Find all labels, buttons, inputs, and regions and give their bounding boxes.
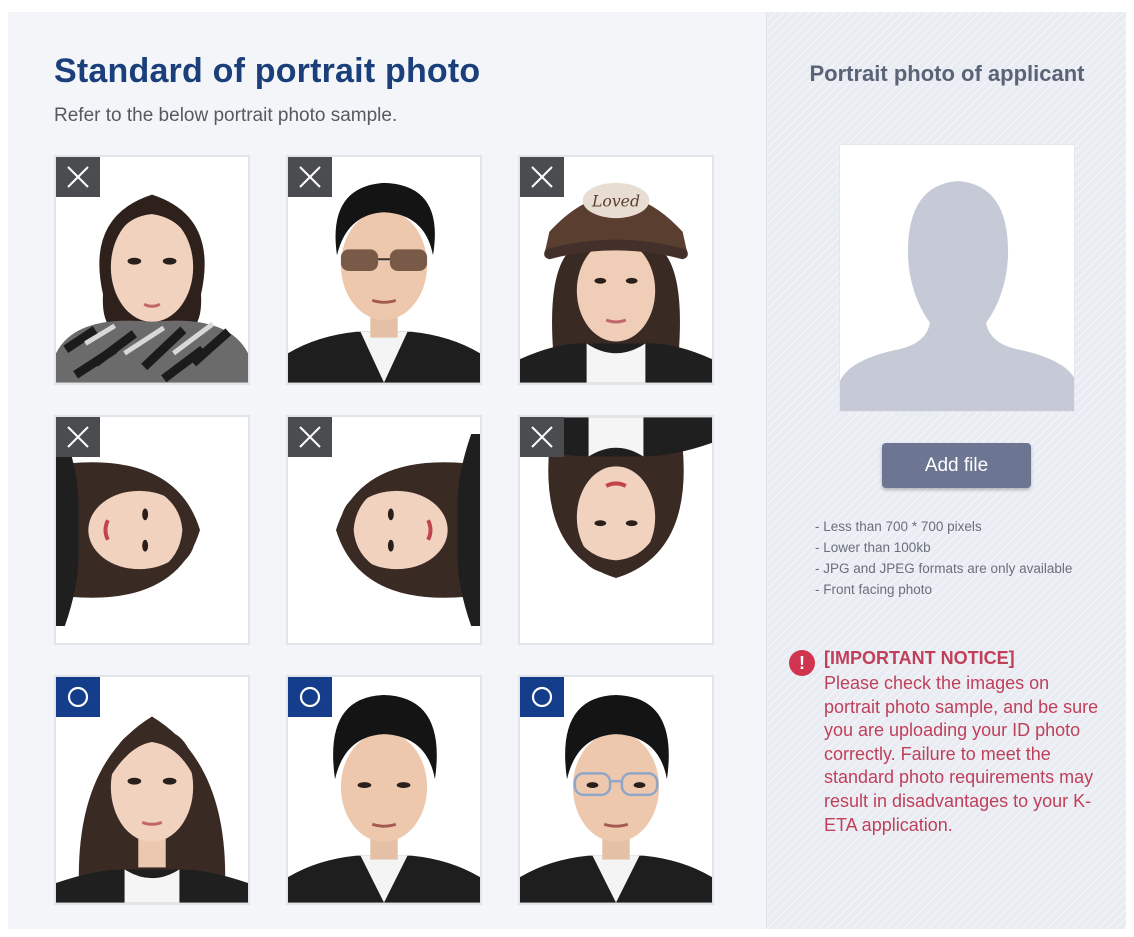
x-icon: [67, 166, 89, 188]
sample-photo-sunglasses: [286, 155, 482, 385]
applicant-photo-panel: Portrait photo of applicant Add file - L…: [766, 12, 1126, 929]
accepted-mark: [520, 677, 564, 717]
sample-photo-woman-correct: [54, 675, 250, 905]
sample-photo-upside-down: [518, 415, 714, 645]
sample-photo-glasses-correct: [518, 675, 714, 905]
alert-icon: !: [789, 650, 815, 676]
x-icon: [531, 166, 553, 188]
add-file-button[interactable]: Add file: [882, 443, 1031, 488]
requirement-item: - JPG and JPEG formats are only availabl…: [815, 561, 1073, 576]
rejected-mark: [56, 157, 100, 197]
o-icon: [67, 686, 89, 708]
sample-photo-cap: Loved: [518, 155, 714, 385]
rejected-mark: [288, 157, 332, 197]
rejected-mark: [520, 417, 564, 457]
sample-photo-scarf: [54, 155, 250, 385]
requirement-item: - Front facing photo: [815, 582, 933, 597]
photo-upload-preview[interactable]: [839, 144, 1075, 412]
applicant-photo-title: Portrait photo of applicant: [809, 61, 1085, 86]
photo-requirements-list: - Less than 700 * 700 pixels - Lower tha…: [815, 516, 1085, 600]
rejected-mark: [520, 157, 564, 197]
photo-standard-panel: Standard of portrait photo Refer to the …: [8, 12, 766, 929]
x-icon: [299, 426, 321, 448]
rejected-mark: [56, 417, 100, 457]
page-subtitle: Refer to the below portrait photo sample…: [54, 105, 398, 126]
person-silhouette-icon: [840, 181, 1074, 411]
x-icon: [299, 166, 321, 188]
svg-text:Loved: Loved: [591, 191, 640, 210]
sample-photo-rotated-left: [286, 415, 482, 645]
o-icon: [299, 686, 321, 708]
sample-photo-man-correct: [286, 675, 482, 905]
accepted-mark: [288, 677, 332, 717]
sample-photo-grid: Loved: [54, 155, 726, 915]
x-icon: [67, 426, 89, 448]
o-icon: [531, 686, 553, 708]
sample-photo-rotated-right: [54, 415, 250, 645]
accepted-mark: [56, 677, 100, 717]
rejected-mark: [288, 417, 332, 457]
notice-title: [IMPORTANT NOTICE]: [824, 648, 1015, 668]
notice-body: Please check the images on portrait phot…: [824, 673, 1099, 835]
page-title: Standard of portrait photo: [54, 52, 481, 90]
requirement-item: - Less than 700 * 700 pixels: [815, 519, 982, 534]
x-icon: [531, 426, 553, 448]
requirement-item: - Lower than 100kb: [815, 540, 931, 555]
